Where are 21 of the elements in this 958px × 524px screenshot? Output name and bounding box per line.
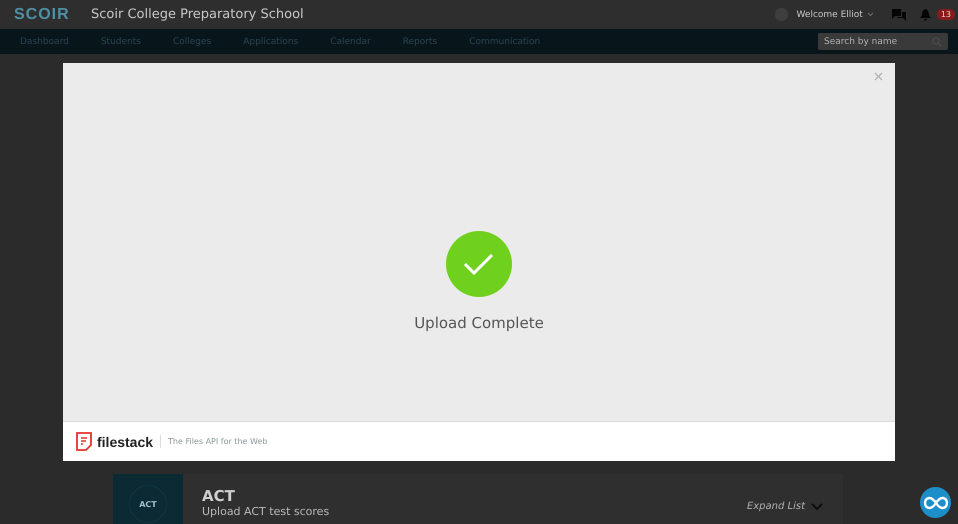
filestack-logo-icon (76, 432, 92, 451)
infinity-icon (924, 496, 948, 510)
close-icon[interactable] (874, 72, 883, 81)
logo[interactable]: SCOIR (14, 6, 91, 24)
school-name: Scoir College Preparatory School (91, 7, 304, 22)
bell-icon[interactable] (920, 8, 931, 20)
chevron-down-icon (866, 12, 874, 17)
checkmark-icon (446, 231, 512, 297)
chat-icon[interactable] (892, 8, 906, 20)
upload-status: Upload Complete (414, 314, 544, 332)
notification-count: 13 (936, 9, 955, 20)
search-field[interactable]: Search by name (818, 33, 948, 50)
user-menu[interactable]: Welcome Elliot (796, 10, 874, 20)
tagline: The Files API for the Web (168, 437, 268, 446)
card-subtitle: Upload ACT test scores (202, 505, 330, 518)
chevron-down-icon (811, 502, 823, 510)
card-title: ACT (202, 487, 236, 505)
act-badge: ACT (129, 485, 167, 523)
expand-list-button[interactable]: Expand List (746, 501, 823, 512)
help-button[interactable] (920, 487, 951, 518)
brand-name: filestack (97, 434, 154, 450)
